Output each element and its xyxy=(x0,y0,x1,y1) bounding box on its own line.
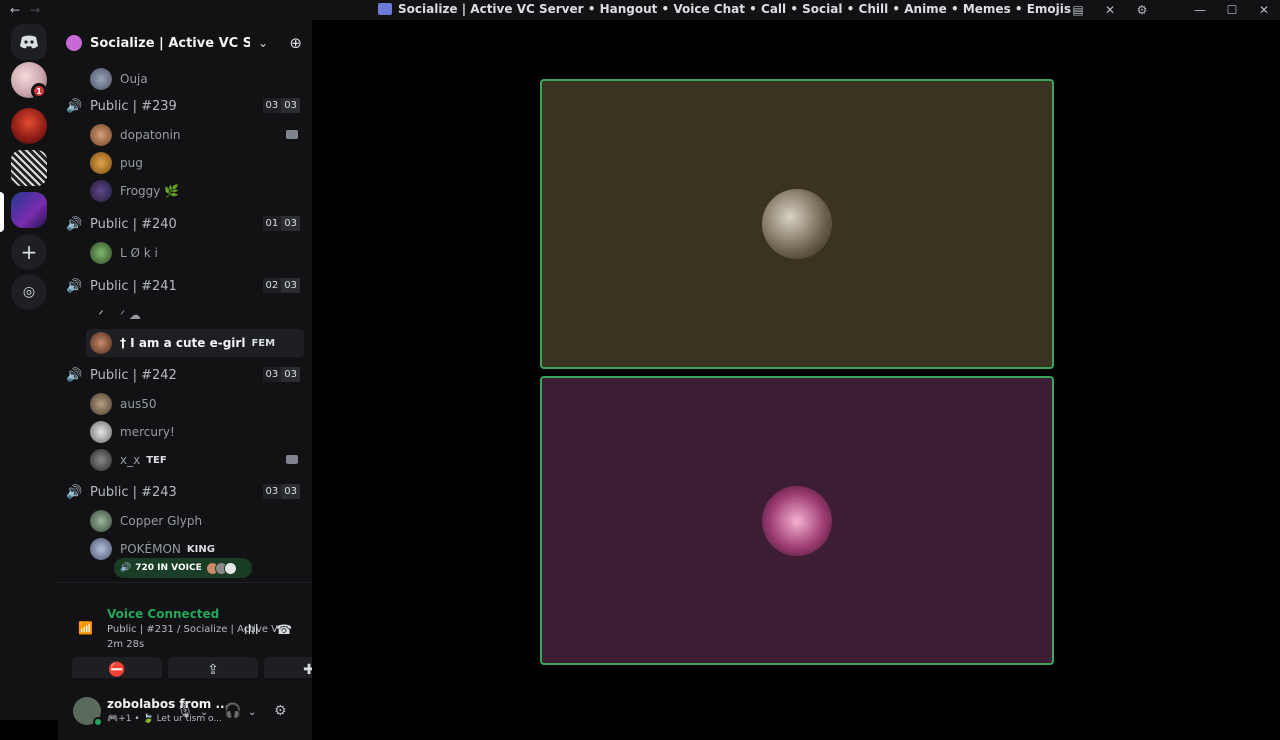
close-button[interactable]: ✕ xyxy=(1248,3,1280,17)
mic-options-chevron-icon[interactable]: ⌄ xyxy=(200,707,208,718)
invite-people-icon[interactable]: ⊕ xyxy=(289,34,302,52)
disconnect-icon[interactable]: ☎ xyxy=(276,623,292,638)
window-title: Socialize | Active VC Server • Hangout •… xyxy=(378,2,1071,16)
participant-avatar xyxy=(762,485,832,556)
server-icon-3[interactable] xyxy=(11,150,47,186)
voice-user[interactable]: aus50 xyxy=(58,391,312,417)
voice-user[interactable]: Froggy 🌿 xyxy=(58,178,312,204)
voice-channel-241[interactable]: 🔊 Public | #241 02 03 xyxy=(58,274,312,298)
voice-user[interactable]: Ouja xyxy=(58,66,312,92)
username[interactable]: zobolabos from ... xyxy=(107,697,229,711)
participant-avatar xyxy=(762,189,832,259)
voice-user[interactable]: x_x TEF xyxy=(58,447,312,473)
voice-status[interactable]: Voice Connected xyxy=(107,607,219,621)
server-name: Socialize | Active VC Ser... xyxy=(90,35,250,51)
server-icon-2[interactable] xyxy=(11,108,47,144)
server-header[interactable]: Socialize | Active VC Ser... ⌄ ⊕ xyxy=(58,20,312,66)
avatar xyxy=(90,421,112,443)
user-count: 03 03 xyxy=(262,484,300,499)
help-icon[interactable]: ⚙ xyxy=(1126,3,1158,17)
user-count: 01 03 xyxy=(262,216,300,231)
user-panel: zobolabos from ... 🎮+1 • 🍃 Let ur tism o… xyxy=(58,678,312,740)
noise-suppression-icon[interactable]: ılıl xyxy=(244,623,258,638)
channel-sidebar: Socialize | Active VC Ser... ⌄ ⊕ Ouja 🔊 … xyxy=(58,20,354,740)
title-bar: ← → Socialize | Active VC Server • Hango… xyxy=(0,0,1280,20)
discord-logo-icon xyxy=(20,35,38,49)
settings-gear-icon[interactable]: ⚙ xyxy=(274,703,287,719)
speaker-icon: 🔊 xyxy=(120,563,132,573)
voice-user[interactable]: ᐟ ᐟ ☁ xyxy=(58,302,312,328)
avatar xyxy=(90,152,112,174)
avatar xyxy=(90,180,112,202)
avatar: ᐟ xyxy=(90,304,112,326)
participant-tile[interactable] xyxy=(540,376,1054,665)
role-tag: KING xyxy=(186,543,215,555)
avatar xyxy=(90,332,112,354)
maximize-button[interactable]: ☐ xyxy=(1216,3,1248,17)
voice-channel-240[interactable]: 🔊 Public | #240 01 03 xyxy=(58,212,312,236)
voice-channel-243[interactable]: 🔊 Public | #243 03 03 xyxy=(58,480,312,504)
voice-user[interactable]: dopatonin xyxy=(58,122,312,148)
avatar[interactable] xyxy=(73,697,103,727)
role-tag: FEM xyxy=(251,337,276,349)
user-count: 03 03 xyxy=(262,367,300,382)
voice-user[interactable]: L Ø k i xyxy=(58,240,312,266)
voice-elapsed-time: 2m 28s xyxy=(107,639,145,650)
voice-channel-242[interactable]: 🔊 Public | #242 03 03 xyxy=(58,363,312,387)
tools-icon[interactable]: ✕ xyxy=(1094,3,1126,17)
microphone-icon[interactable]: 🎙 xyxy=(176,703,194,719)
status-dot xyxy=(93,717,103,727)
channel-list: Ouja 🔊 Public | #239 03 03 dopatonin pug … xyxy=(58,66,312,582)
server-rail: 1 + ◎ xyxy=(0,20,58,720)
voice-channel-239[interactable]: 🔊 Public | #239 03 03 xyxy=(58,94,312,118)
voice-user[interactable]: Copper Glyph xyxy=(58,508,312,534)
minimize-button[interactable]: — xyxy=(1184,3,1216,17)
avatar xyxy=(90,242,112,264)
avatar xyxy=(90,124,112,146)
speaker-icon: 🔊 xyxy=(66,278,83,294)
camera-icon xyxy=(286,130,298,139)
avatar xyxy=(90,538,112,560)
voice-connection-panel: 📶 Voice Connected Public | #231 / Social… xyxy=(58,582,354,683)
avatar xyxy=(90,449,112,471)
server-favicon-icon xyxy=(378,3,392,15)
direct-messages-button[interactable] xyxy=(11,24,47,60)
speaker-icon: 🔊 xyxy=(66,98,83,114)
role-tag: TEF xyxy=(146,454,167,466)
signal-icon[interactable]: 📶 xyxy=(78,621,94,635)
voice-user[interactable]: mercury! xyxy=(58,419,312,445)
call-stage xyxy=(312,20,1280,720)
headphones-icon[interactable]: 🎧 xyxy=(224,703,241,719)
server-icon-socialize[interactable] xyxy=(11,192,47,228)
add-server-icon[interactable]: + xyxy=(11,234,47,270)
speaker-icon: 🔊 xyxy=(66,367,83,383)
in-voice-pill[interactable]: 🔊 720 IN VOICE xyxy=(114,558,252,578)
back-arrow-icon[interactable]: ← xyxy=(10,3,20,17)
avatar xyxy=(90,68,112,90)
voice-user-selected[interactable]: † I am a cute e-girl FEM xyxy=(86,329,304,357)
audio-options-chevron-icon[interactable]: ⌄ xyxy=(248,707,256,718)
notification-badge: 1 xyxy=(31,83,47,99)
inbox-icon[interactable]: ▤ xyxy=(1062,3,1094,17)
chevron-down-icon[interactable]: ⌄ xyxy=(258,36,268,50)
forward-arrow-icon[interactable]: → xyxy=(30,3,40,17)
selected-server-pill xyxy=(0,192,4,232)
speaker-icon: 🔊 xyxy=(66,484,83,500)
server-badge-icon xyxy=(66,35,82,51)
avatar xyxy=(223,561,237,575)
participant-tile[interactable] xyxy=(540,79,1054,369)
user-count: 02 03 xyxy=(262,278,300,293)
explore-icon[interactable]: ◎ xyxy=(11,274,47,310)
avatar xyxy=(90,510,112,532)
avatar xyxy=(90,393,112,415)
speaker-icon: 🔊 xyxy=(66,216,83,232)
user-count: 03 03 xyxy=(262,98,300,113)
voice-user[interactable]: pug xyxy=(58,150,312,176)
camera-icon xyxy=(286,455,298,464)
